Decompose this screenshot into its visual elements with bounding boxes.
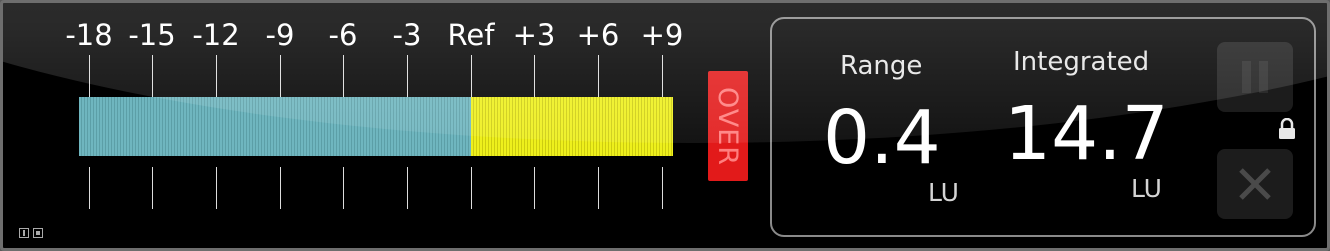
integrated-unit: LU [1131,174,1162,203]
integrated-label: Integrated [1013,47,1150,77]
scale-tick-mark [534,167,535,209]
scale-tick-mark [471,167,472,209]
pause-button[interactable] [1217,42,1293,112]
scale-tick-label: -15 [128,18,176,52]
scale-tick-label: -6 [328,18,358,52]
scale-tick-mark [598,55,599,97]
over-indicator: OVER [708,71,748,181]
range-label: Range [840,51,923,81]
integrated-value: 14.7 [1004,91,1169,177]
scale-tick-mark [662,55,663,97]
level-bar [79,97,673,156]
lock-icon[interactable] [1278,118,1296,140]
compact-view-icon[interactable] [33,228,43,238]
level-bar-warning-segment [471,97,673,156]
scale-tick-mark [152,167,153,209]
range-value: 0.4 [823,95,941,181]
close-button[interactable] [1217,149,1293,219]
range-unit: LU [928,178,959,207]
scale-tick-mark [471,55,472,97]
scale-tick-mark [216,55,217,97]
level-bar-normal-segment [79,97,472,156]
scale-tick-mark [280,55,281,97]
scale-tick-label: +6 [576,18,620,52]
scale-tick-mark [343,167,344,209]
scale-tick-mark [598,167,599,209]
scale-tick-mark [407,167,408,209]
scale-tick-mark [89,167,90,209]
scale-tick-label: -9 [265,18,295,52]
scale-tick-label: -12 [192,18,240,52]
scale-tick-mark [152,55,153,97]
pause-icon [1242,61,1268,93]
scale-tick-mark [343,55,344,97]
scale-tick-label: +3 [512,18,556,52]
scale-tick-mark [89,55,90,97]
scale-tick-mark [534,55,535,97]
scale-tick-label: +9 [640,18,684,52]
expand-view-icon[interactable] [19,228,29,238]
scale-tick-mark [216,167,217,209]
close-icon [1239,168,1271,200]
scale-tick-label: -18 [65,18,113,52]
loudness-meter-window: -18 -15 -12 -9 -6 -3 Ref +3 +6 +9 OVER Range 0.4 … [0,0,1330,251]
scale-tick-mark [280,167,281,209]
scale-tick-mark [662,167,663,209]
scale-tick-label: -3 [392,18,422,52]
scale-tick-mark [407,55,408,97]
over-indicator-label: OVER [712,86,744,166]
scale-tick-label: Ref [447,18,495,52]
